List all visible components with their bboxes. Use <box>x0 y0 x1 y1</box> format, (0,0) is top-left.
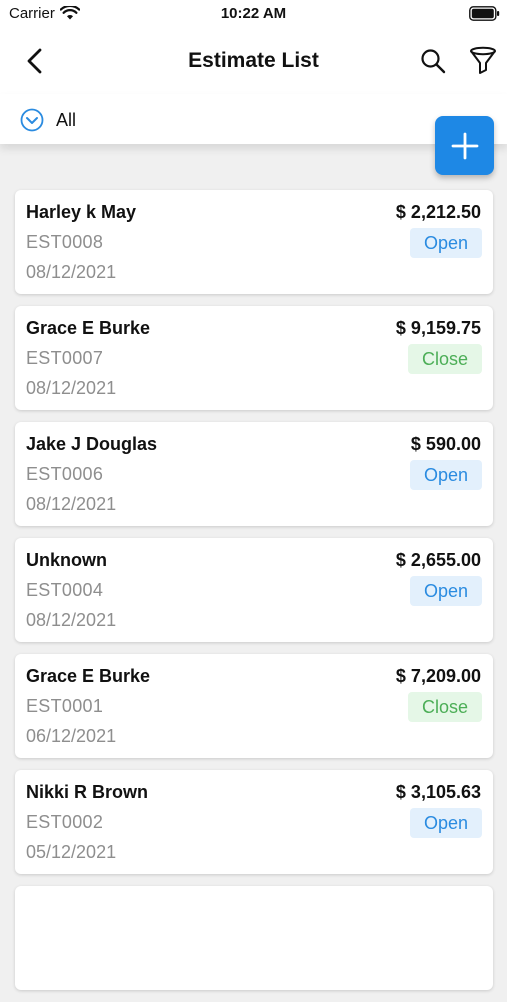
estimate-list: Harley k May EST0008 08/12/2021 $ 2,212.… <box>15 190 493 1002</box>
chevron-down-circle-icon <box>20 108 44 132</box>
estimate-number: EST0004 <box>26 580 104 600</box>
battery-icon <box>469 6 500 21</box>
estimate-date: 06/12/2021 <box>26 726 117 746</box>
plus-icon <box>451 132 478 159</box>
status-badge: Close <box>407 344 482 374</box>
estimate-date: 08/12/2021 <box>26 610 117 630</box>
search-button[interactable] <box>416 44 450 78</box>
estimate-card[interactable]: Unknown EST0004 08/12/2021 $ 2,655.00 Op… <box>15 538 493 642</box>
estimate-card[interactable]: Grace E Burke EST0007 08/12/2021 $ 9,159… <box>15 306 493 410</box>
estimate-number: EST0002 <box>26 812 104 832</box>
status-filter-bar: All <box>0 94 507 144</box>
estimate-amount: $ 7,209.00 <box>395 666 481 686</box>
clock-time: 10:22 AM <box>220 5 287 22</box>
estimate-amount: $ 2,655.00 <box>395 550 481 570</box>
add-estimate-button[interactable] <box>435 116 494 175</box>
status-badge: Open <box>409 808 482 838</box>
filter-button[interactable] <box>465 43 501 79</box>
status-badge: Open <box>409 228 482 258</box>
estimate-card[interactable]: Jake J Douglas EST0006 08/12/2021 $ 590.… <box>15 422 493 526</box>
status-bar: Carrier 10:22 AM <box>0 0 507 30</box>
status-badge: Open <box>409 576 482 606</box>
customer-name: Jake J Douglas <box>26 434 158 454</box>
customer-name: Unknown <box>26 550 107 570</box>
status-filter-dropdown[interactable]: All <box>20 107 76 133</box>
estimate-card[interactable]: Nikki R Brown EST0002 05/12/2021 $ 3,105… <box>15 770 493 874</box>
customer-name: Nikki R Brown <box>26 782 149 802</box>
status-badge: Open <box>409 460 482 490</box>
estimate-number: EST0008 <box>26 232 104 252</box>
estimate-card[interactable]: Grace E Burke EST0001 06/12/2021 $ 7,209… <box>15 654 493 758</box>
funnel-icon <box>470 46 496 74</box>
estimate-date: 08/12/2021 <box>26 262 117 282</box>
estimate-amount: $ 2,212.50 <box>395 202 481 222</box>
estimate-card[interactable]: Harley k May EST0008 08/12/2021 $ 2,212.… <box>15 190 493 294</box>
estimate-number: EST0006 <box>26 464 104 484</box>
estimate-date: 05/12/2021 <box>26 842 117 862</box>
estimate-date: 08/12/2021 <box>26 378 117 398</box>
estimate-number: EST0001 <box>26 696 104 716</box>
status-filter-value: All <box>56 109 77 130</box>
customer-name: Grace E Burke <box>26 666 151 686</box>
customer-name: Grace E Burke <box>26 318 151 338</box>
estimate-card-partial[interactable] <box>15 886 493 990</box>
estimate-number: EST0007 <box>26 348 104 368</box>
estimate-amount: $ 9,159.75 <box>395 318 481 338</box>
status-badge: Close <box>407 692 482 722</box>
search-icon <box>421 49 446 74</box>
estimate-date: 08/12/2021 <box>26 494 117 514</box>
customer-name: Harley k May <box>26 202 137 222</box>
estimate-amount: $ 590.00 <box>410 434 481 454</box>
estimate-amount: $ 3,105.63 <box>395 782 481 802</box>
navigation-bar: Estimate List <box>0 30 507 94</box>
